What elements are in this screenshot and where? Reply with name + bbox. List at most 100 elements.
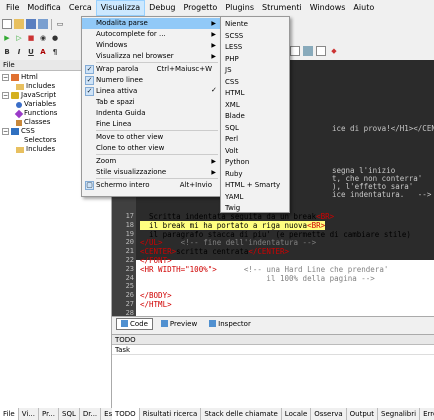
color-icon[interactable]: ¶ — [50, 47, 60, 57]
menu-item-label: Wrap parola — [96, 65, 139, 73]
parse-mode-label: Python — [225, 158, 250, 166]
menu-cerca[interactable]: Cerca — [65, 0, 96, 16]
menu-item-windows[interactable]: Windows ▶ — [82, 40, 220, 51]
menu-item-move-to-other-view[interactable]: Move to other view — [82, 132, 220, 143]
bottom-tab-locale[interactable]: Locale — [282, 408, 312, 420]
bottom-tab-risultati-ricerca[interactable]: Risultati ricerca — [140, 408, 202, 420]
menu-item-indenta-guida[interactable]: Indenta Guida — [82, 108, 220, 119]
bottom-tab-osserva[interactable]: Osserva — [311, 408, 347, 420]
menu-debug[interactable]: Debug — [145, 0, 179, 16]
menu-item-schermo-intero[interactable]: ▢ Schermo intero Alt+Invio — [82, 180, 220, 191]
menu-item-stile-visualizzazione[interactable]: Stile visualizzazione ▶ — [82, 167, 220, 178]
bottom-tab-errori[interactable]: Errori — [420, 408, 434, 420]
parse-mode-python[interactable]: Python — [221, 156, 289, 168]
toolbar-file: ▭ — [0, 17, 80, 31]
tab-preview[interactable]: Preview — [157, 319, 201, 329]
image-icon[interactable] — [303, 46, 313, 56]
menu-item-clone-to-other-view[interactable]: Clone to other view — [82, 143, 220, 154]
menu-plugins[interactable]: Plugins — [221, 0, 258, 16]
insert-icon[interactable]: ◆ — [329, 46, 339, 56]
save-icon[interactable] — [26, 19, 36, 29]
font-icon[interactable]: A — [38, 47, 48, 57]
bottom-tab-stack-delle-chiamate[interactable]: Stack delle chiamate — [201, 408, 282, 420]
parse-mode-volt[interactable]: Volt — [221, 145, 289, 157]
menu-item-autocomplete-for[interactable]: Autocomplete for ... ▶ — [82, 29, 220, 40]
parse-mode-blade[interactable]: Blade — [221, 110, 289, 122]
code-comment: <!-- una Hard Line che prendera' — [216, 264, 389, 274]
table-icon[interactable] — [290, 46, 300, 56]
parse-mode-sql[interactable]: SQL — [221, 122, 289, 134]
code-line: </FONT> — [140, 256, 172, 265]
print-icon[interactable]: ▭ — [55, 19, 65, 29]
parse-mode-php[interactable]: PHP — [221, 53, 289, 65]
bottom-tab-segnalibri[interactable]: Segnalibri — [378, 408, 421, 420]
menu-item-label: Move to other view — [96, 133, 164, 141]
tree-node-label: CSS — [21, 127, 35, 135]
debug-icon[interactable]: ◉ — [38, 33, 48, 43]
collapse-icon[interactable]: − — [2, 128, 9, 135]
bottom-tab-vi[interactable]: Vi... — [19, 408, 39, 420]
menu-item-fine-linea[interactable]: Fine Linea — [82, 119, 220, 130]
parse-mode-twig[interactable]: Twig — [221, 202, 289, 214]
code-line: il break mi ha portato a riga nuova<BR> — [140, 220, 326, 230]
menu-windows[interactable]: Windows — [306, 0, 350, 16]
menu-item-modalita-parse[interactable]: Modalita parse ▶ — [82, 18, 220, 29]
menu-item-visualizza-nel-browser[interactable]: Visualizza nel browser ▶ — [82, 51, 220, 62]
bottom-tab-sql[interactable]: SQL — [59, 408, 80, 420]
code-text: il break mi ha portato a riga nuova — [140, 220, 308, 230]
tab-code[interactable]: Code — [116, 317, 153, 330]
parse-mode-xml[interactable]: XML — [221, 99, 289, 111]
menu-visualizza[interactable]: Visualizza — [95, 0, 146, 16]
parse-mode-scss[interactable]: SCSS — [221, 30, 289, 42]
bold-icon[interactable]: B — [2, 47, 12, 57]
menu-item-label: Linea attiva — [96, 87, 138, 95]
collapse-icon[interactable]: − — [2, 74, 9, 81]
menu-item-numero-linee[interactable]: ✓ Numero linee — [82, 75, 220, 86]
html-tag: <CENTER> — [140, 247, 177, 257]
stop-icon[interactable]: ■ — [26, 33, 36, 43]
menu-item-linea-attiva[interactable]: ✓ Linea attiva — [82, 86, 220, 97]
tree-node-label: Html — [21, 73, 38, 81]
italic-icon[interactable]: I — [14, 47, 24, 57]
open-folder-icon[interactable] — [14, 19, 24, 29]
parse-mode-yaml[interactable]: YAML — [221, 191, 289, 203]
new-file-icon[interactable] — [2, 19, 12, 29]
submenu-arrow-icon: ▶ — [211, 158, 216, 165]
bottom-tab-todo[interactable]: TODO — [112, 408, 140, 420]
step-icon[interactable]: ▷ — [14, 33, 24, 43]
run-icon[interactable]: ▶ — [2, 33, 12, 43]
menu-separator — [96, 178, 218, 179]
todo-task-column[interactable]: Task — [112, 345, 434, 355]
bottom-tab-dr[interactable]: Dr... — [80, 408, 102, 420]
parse-mode-ruby[interactable]: Ruby — [221, 168, 289, 180]
menu-strumenti[interactable]: Strumenti — [258, 0, 306, 16]
menu-item-label: Modalita parse — [96, 19, 148, 27]
parse-mode-js[interactable]: JS — [221, 64, 289, 76]
menu-file[interactable]: File — [2, 0, 23, 16]
parse-mode-less[interactable]: LESS — [221, 41, 289, 53]
menu-item-tab-e-spazi[interactable]: Tab e spazi — [82, 97, 220, 108]
collapse-icon[interactable]: − — [2, 92, 9, 99]
tab-inspector[interactable]: Inspector — [205, 319, 255, 329]
menu-item-zoom[interactable]: Zoom ▶ — [82, 156, 220, 167]
bottom-tab-output[interactable]: Output — [347, 408, 378, 420]
parse-mode-html[interactable]: HTML — [221, 87, 289, 99]
form-icon[interactable] — [316, 46, 326, 56]
menu-modifica[interactable]: Modifica — [23, 0, 64, 16]
menu-bar: File Modifica Cerca Visualizza Debug Progetto… — [0, 0, 434, 16]
underline-icon[interactable]: U — [26, 47, 36, 57]
menu-aiuto[interactable]: Aiuto — [349, 0, 378, 16]
parse-mode-css[interactable]: CSS — [221, 76, 289, 88]
parse-mode-perl[interactable]: Perl — [221, 133, 289, 145]
bottom-tab-pr[interactable]: Pr... — [39, 408, 59, 420]
line-number: 18 — [125, 220, 134, 229]
line-number: 19 — [125, 229, 134, 238]
menu-item-wrap-parola[interactable]: ✓ Wrap parola Ctrl+Maiusc+W — [82, 64, 220, 75]
breakpoint-icon[interactable]: ● — [50, 33, 60, 43]
parse-mode-html-smarty[interactable]: HTML + Smarty — [221, 179, 289, 191]
bottom-tab-file[interactable]: File — [0, 408, 19, 420]
parse-mode-niente[interactable]: Niente — [221, 18, 289, 30]
menu-separator — [96, 154, 218, 155]
menu-progetto[interactable]: Progetto — [179, 0, 221, 16]
save-all-icon[interactable] — [38, 19, 48, 29]
